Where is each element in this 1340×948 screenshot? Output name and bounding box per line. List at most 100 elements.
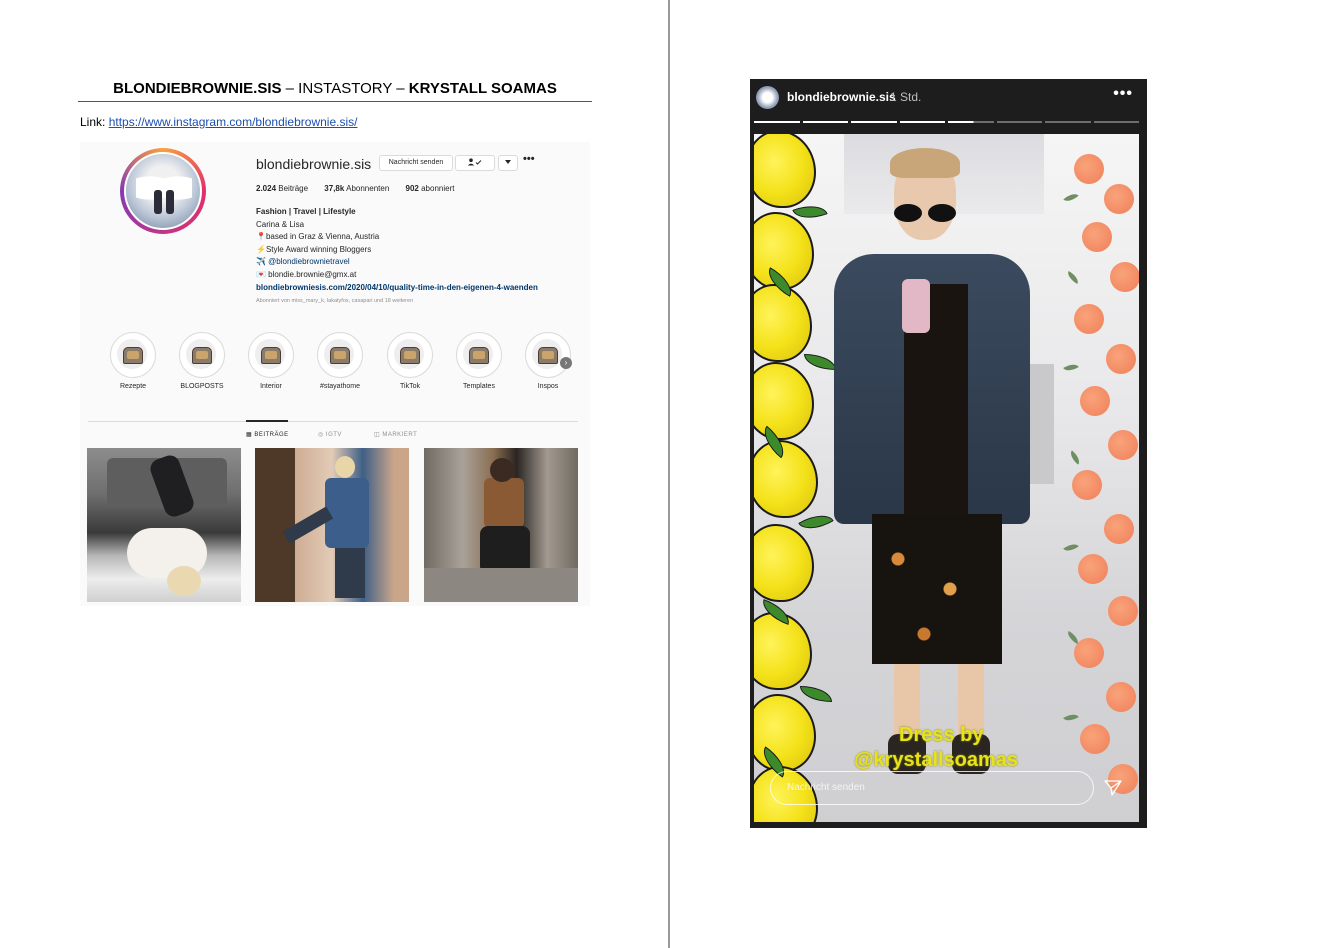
leaf-sticker: [804, 354, 836, 370]
progress-segment: [754, 121, 800, 123]
story-progress-bar: [754, 121, 1139, 123]
orange-leaf: [1063, 190, 1079, 205]
story-avatar[interactable]: [756, 86, 779, 109]
message-placeholder: Nachricht senden: [787, 782, 865, 793]
orange-sticker: [1106, 682, 1136, 712]
orange-sticker: [1082, 222, 1112, 252]
orange-sticker: [1080, 724, 1110, 754]
stat-followers[interactable]: 37,8k Abonnenten: [324, 184, 389, 193]
orange-leaf: [1065, 270, 1081, 285]
highlight-rezepte[interactable]: Rezepte: [105, 332, 161, 390]
highlight-cover: [110, 332, 156, 378]
message-button[interactable]: Nachricht senden: [379, 155, 453, 171]
highlight-interior[interactable]: Interior: [243, 332, 299, 390]
paper-plane-icon[interactable]: [1104, 780, 1122, 796]
highlight-tiktok[interactable]: TikTok: [382, 332, 438, 390]
post-thumbnail[interactable]: [255, 448, 409, 602]
orange-sticker: [1104, 184, 1134, 214]
orange-sticker: [1080, 386, 1110, 416]
angel-wings-graphic: [136, 168, 192, 208]
progress-segment: [802, 121, 848, 123]
figure-left: [154, 190, 162, 214]
title-brand: KRYSTALL SOAMAS: [408, 80, 557, 97]
bio-travel-account-link[interactable]: ✈️ @blondiebrownietravel: [256, 256, 576, 269]
highlight-cover: [317, 332, 363, 378]
title-underline: [78, 101, 592, 102]
profile-avatar[interactable]: [124, 152, 202, 230]
highlight-cover: [456, 332, 502, 378]
active-tab-indicator: [246, 420, 288, 422]
profile-stats: 2.024 Beiträge 37,8k Abonnenten 902 abon…: [256, 184, 468, 193]
highlight-label: Inspos: [537, 383, 559, 390]
highlight-blogposts[interactable]: BLOGPOSTS: [174, 332, 230, 390]
highlights-next-button[interactable]: ›: [560, 357, 572, 369]
link-label: Link:: [80, 115, 109, 129]
bio-website-link[interactable]: blondiebrowniesis.com/2020/04/10/quality…: [256, 282, 576, 295]
lemon-sticker: [754, 694, 816, 772]
orange-sticker: [1078, 554, 1108, 584]
toast-icon: [192, 347, 212, 364]
toast-icon: [261, 347, 281, 364]
suggestions-dropdown-button[interactable]: [498, 155, 518, 171]
tabs-divider: [88, 421, 578, 422]
lemon-sticker: [754, 440, 818, 518]
followed-by-text[interactable]: Abonniert von miss_mary_k, lakatyfox, ca…: [256, 298, 413, 304]
highlight-label: TikTok: [400, 383, 420, 390]
bio-award: ⚡Style Award winning Bloggers: [256, 244, 372, 254]
story-timestamp: 1 Std.: [890, 90, 922, 104]
profile-more-button[interactable]: •••: [523, 153, 535, 165]
profile-bio: Fashion | Travel | Lifestyle Carina & Li…: [256, 206, 576, 294]
figure-right: [166, 190, 174, 214]
instagram-story: blondiebrownie.sis 1 Std. ••• Dress by @…: [750, 79, 1147, 828]
highlight-label: BLOGPOSTS: [180, 383, 224, 390]
profile-link[interactable]: https://www.instagram.com/blondiebrownie…: [109, 115, 358, 129]
lemon-sticker: [754, 612, 812, 690]
person-check-icon: [467, 158, 482, 166]
orange-leaf: [1063, 540, 1079, 555]
tab-igtv[interactable]: ◎ IGTV: [318, 431, 342, 438]
chevron-right-icon: ›: [564, 358, 568, 367]
progress-segment: [899, 121, 945, 123]
story-username[interactable]: blondiebrownie.sis: [787, 90, 896, 104]
leaf-sticker: [800, 686, 832, 702]
story-caption-mention[interactable]: @krystallsoamas: [854, 749, 1018, 772]
progress-segment-current: [948, 121, 994, 123]
highlight-label: Interior: [260, 383, 282, 390]
caret-down-icon: [505, 160, 511, 165]
toast-icon: [400, 347, 420, 364]
tab-posts[interactable]: ▦ BEITRÄGE: [246, 431, 289, 438]
toast-icon: [469, 347, 489, 364]
story-more-button[interactable]: •••: [1113, 85, 1133, 103]
highlight-label: #stayathome: [319, 383, 361, 390]
post-thumbnail[interactable]: [424, 448, 578, 602]
highlight-cover: [525, 332, 571, 378]
orange-sticker: [1104, 514, 1134, 544]
toast-icon: [538, 347, 558, 364]
document-title: BLONDIEBROWNIE.SIS – INSTASTORY – KRYSTA…: [78, 80, 592, 97]
orange-sticker: [1074, 638, 1104, 668]
progress-segment: [1045, 121, 1091, 123]
story-caption-line1: Dress by: [899, 724, 984, 746]
toast-icon: [330, 347, 350, 364]
highlight-stayathome[interactable]: #stayathome: [312, 332, 368, 390]
orange-sticker: [1110, 262, 1139, 292]
tab-tagged[interactable]: ◫ MARKIERT: [374, 431, 417, 438]
orange-sticker: [1106, 344, 1136, 374]
story-image[interactable]: Dress by @krystallsoamas Nachricht sende…: [754, 134, 1139, 822]
stat-following[interactable]: 902 abonniert: [406, 184, 455, 193]
following-button[interactable]: [455, 155, 495, 171]
progress-segment: [851, 121, 897, 123]
orange-sticker: [1074, 304, 1104, 334]
profile-avatar-ring: [120, 148, 206, 234]
post-thumbnail[interactable]: [87, 448, 241, 602]
orange-sticker: [1108, 430, 1138, 460]
highlight-cover: [179, 332, 225, 378]
stat-posts[interactable]: 2.024 Beiträge: [256, 184, 308, 193]
title-separator: – INSTASTORY –: [281, 80, 409, 97]
bio-location: 📍based in Graz & Vienna, Austria: [256, 232, 380, 242]
highlight-templates[interactable]: Templates: [451, 332, 507, 390]
story-message-input[interactable]: Nachricht senden: [770, 771, 1094, 805]
highlight-label: Templates: [463, 383, 495, 390]
bio-names: Carina & Lisa: [256, 219, 305, 229]
link-line: Link: https://www.instagram.com/blondieb…: [80, 115, 357, 129]
